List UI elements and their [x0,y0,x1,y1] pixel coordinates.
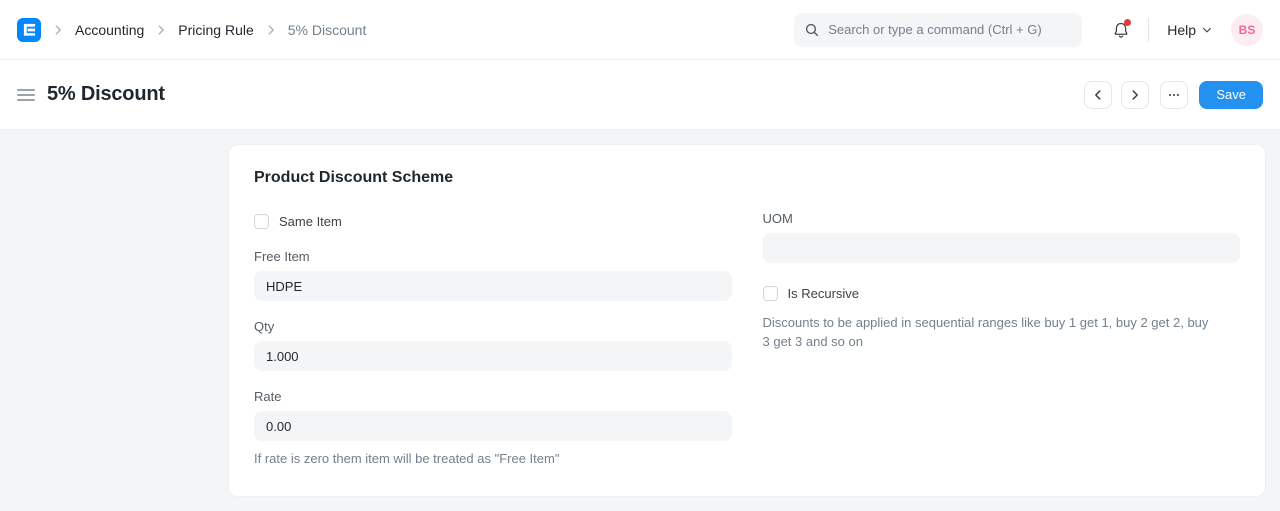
chevron-down-icon [1201,24,1213,36]
ellipsis-icon [1167,88,1181,102]
uom-field: UOM [763,211,1241,263]
search-icon [804,22,820,38]
is-recursive-description: Discounts to be applied in sequential ra… [763,314,1241,352]
breadcrumb: Accounting Pricing Rule 5% Discount [17,18,366,42]
free-item-label: Free Item [254,249,732,264]
is-recursive-label: Is Recursive [788,286,860,301]
same-item-checkbox-row[interactable]: Same Item [254,211,732,231]
form-section-card: Product Discount Scheme Same Item Free I… [228,144,1266,497]
navbar-divider [1148,18,1149,42]
uom-input[interactable] [763,233,1241,263]
search-input[interactable] [828,22,1072,37]
avatar-initials: BS [1239,23,1256,37]
content-area: Product Discount Scheme Same Item Free I… [0,130,1280,511]
chevron-right-icon [1128,88,1142,102]
prev-document-button[interactable] [1084,81,1112,109]
page-title: 5% Discount [47,83,165,106]
free-item-field: Free Item [254,249,732,301]
navbar-actions: Help BS [794,13,1263,47]
free-item-input[interactable] [254,271,732,301]
qty-field: Qty [254,319,732,371]
same-item-label: Same Item [279,214,342,229]
global-search[interactable] [794,13,1082,47]
notification-dot [1124,19,1131,26]
chevron-right-icon [51,23,65,37]
breadcrumb-current: 5% Discount [288,22,367,38]
next-document-button[interactable] [1121,81,1149,109]
form-column-right: UOM Is Recursive Discounts to be applied… [763,211,1241,469]
rate-description: If rate is zero them item will be treate… [254,450,732,469]
notifications-button[interactable] [1112,21,1130,39]
section-title: Product Discount Scheme [254,169,1240,187]
help-menu[interactable]: Help [1167,22,1213,38]
help-label: Help [1167,22,1196,38]
breadcrumb-trail: Accounting Pricing Rule 5% Discount [51,22,366,38]
sidebar-toggle-icon[interactable] [17,85,35,105]
chevron-right-icon [154,23,168,37]
navbar: Accounting Pricing Rule 5% Discount [0,0,1280,60]
breadcrumb-accounting[interactable]: Accounting [75,22,144,38]
uom-label: UOM [763,211,1241,226]
is-recursive-checkbox-row[interactable]: Is Recursive [763,283,1241,303]
app-logo[interactable] [17,18,41,42]
page-header: 5% Discount Save [0,60,1280,130]
user-avatar[interactable]: BS [1231,14,1263,46]
chevron-right-icon [264,23,278,37]
form-column-left: Same Item Free Item Qty Rate If rate is … [254,211,732,469]
is-recursive-checkbox[interactable] [763,286,778,301]
qty-label: Qty [254,319,732,334]
breadcrumb-pricing-rule[interactable]: Pricing Rule [178,22,253,38]
chevron-left-icon [1091,88,1105,102]
menu-button[interactable] [1160,81,1188,109]
rate-field: Rate If rate is zero them item will be t… [254,389,732,469]
rate-input[interactable] [254,411,732,441]
save-button[interactable]: Save [1199,81,1263,109]
erpnext-logo-icon [23,23,36,36]
rate-label: Rate [254,389,732,404]
qty-input[interactable] [254,341,732,371]
same-item-checkbox[interactable] [254,214,269,229]
